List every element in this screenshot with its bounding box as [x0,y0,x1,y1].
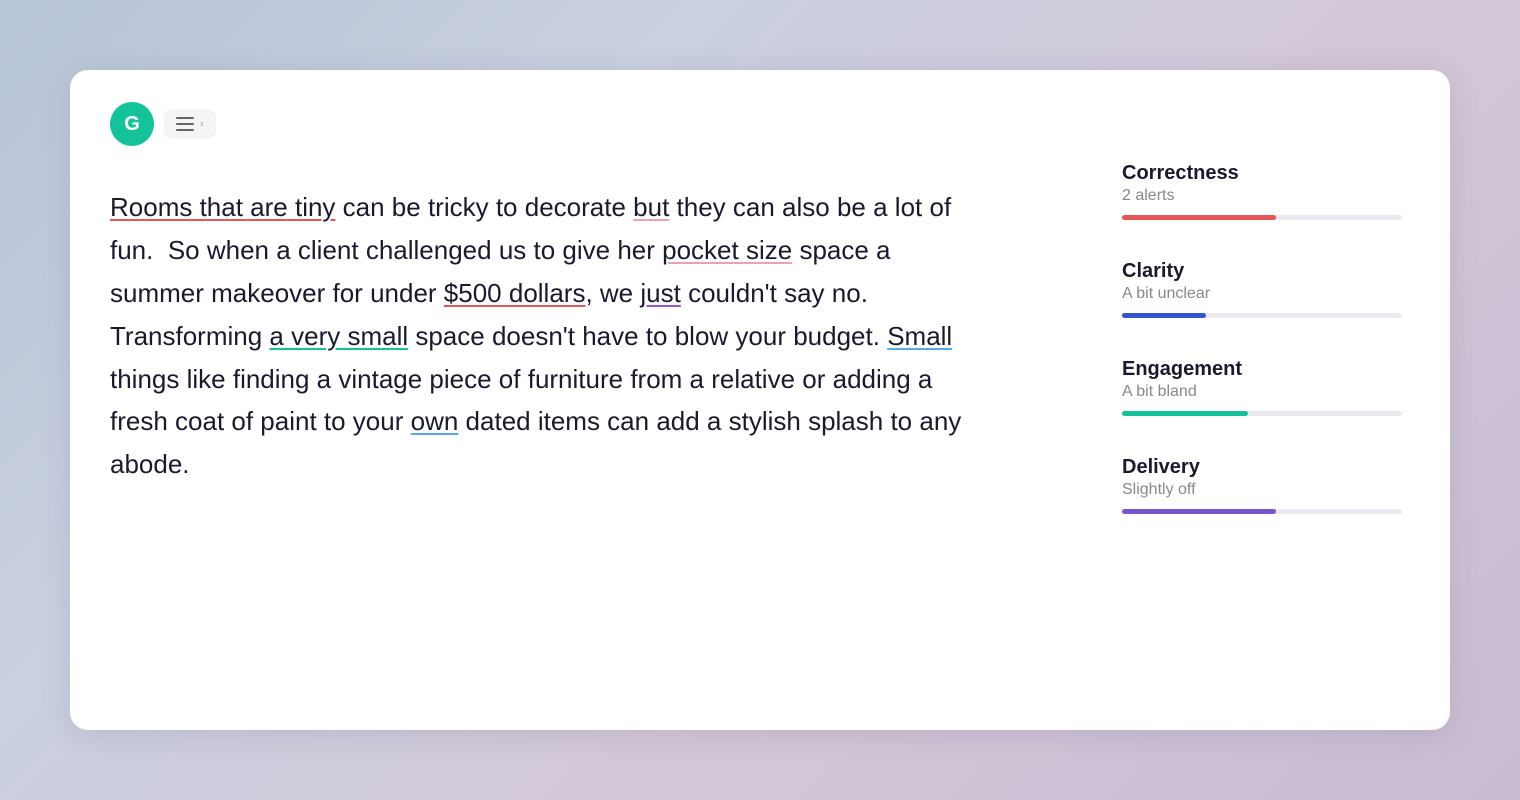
correctness-bar-fill [1122,215,1276,220]
hamburger-icon [176,117,194,131]
clarity-bar-track [1122,313,1402,318]
engagement-bar-track [1122,411,1402,416]
delivery-bar-fill [1122,509,1276,514]
editor-text: Rooms that are tiny can be tricky to dec… [110,186,990,486]
underline-own: own [411,406,459,436]
score-clarity[interactable]: Clarity A bit unclear [1122,260,1402,318]
correctness-subtitle: 2 alerts [1122,187,1402,205]
underline-rooms-tiny: Rooms that are tiny [110,192,335,222]
underline-pocket-size: pocket size [662,235,792,265]
delivery-subtitle: Slightly off [1122,481,1402,499]
score-delivery[interactable]: Delivery Slightly off [1122,456,1402,514]
correctness-title: Correctness [1122,162,1402,185]
chevron-right-icon: › [200,118,204,130]
engagement-bar-fill [1122,411,1248,416]
grammarly-logo: G [110,102,154,146]
clarity-title: Clarity [1122,260,1402,283]
score-correctness[interactable]: Correctness 2 alerts [1122,162,1402,220]
underline-small: Small [887,321,952,351]
underline-but: but [633,192,669,222]
correctness-bar-track [1122,215,1402,220]
delivery-bar-track [1122,509,1402,514]
delivery-title: Delivery [1122,456,1402,479]
underline-just: just [640,278,680,308]
underline-a-very-small: a very small [269,321,408,351]
main-card: G › Rooms that are tiny can be tricky to… [70,70,1450,730]
toolbar: G › [110,102,1062,146]
underline-500-dollars: $500 dollars [444,278,586,308]
clarity-bar-fill [1122,313,1206,318]
scores-panel: Correctness 2 alerts Clarity A bit uncle… [1122,102,1402,690]
logo-letter: G [124,113,140,136]
menu-button[interactable]: › [164,109,216,139]
engagement-title: Engagement [1122,358,1402,381]
engagement-subtitle: A bit bland [1122,383,1402,401]
editor-area: G › Rooms that are tiny can be tricky to… [110,102,1122,690]
score-engagement[interactable]: Engagement A bit bland [1122,358,1402,416]
clarity-subtitle: A bit unclear [1122,285,1402,303]
